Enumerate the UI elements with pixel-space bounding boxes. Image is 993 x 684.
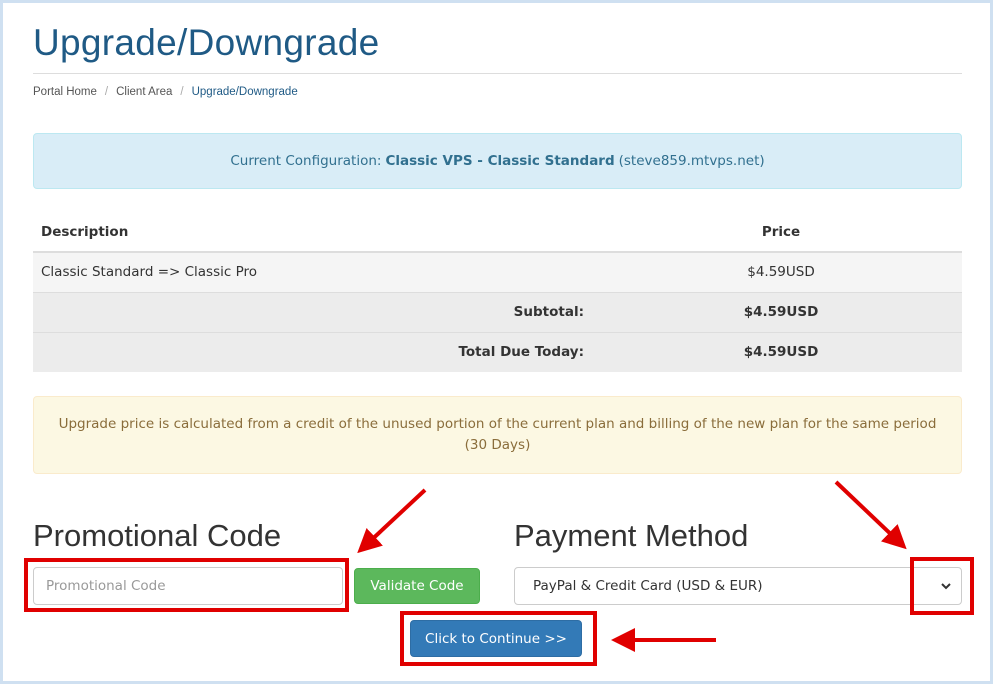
breadcrumb-current: Upgrade/Downgrade bbox=[191, 86, 298, 98]
total-label: Total Due Today: bbox=[33, 331, 592, 372]
price-column-header: Price bbox=[592, 212, 962, 253]
promo-input-highlight bbox=[24, 558, 349, 612]
subtotal-price: $4.59USD bbox=[592, 291, 962, 332]
breadcrumb: Portal Home / Client Area / Upgrade/Down… bbox=[33, 86, 298, 98]
current-configuration-hostname: (steve859.mtvps.net) bbox=[618, 153, 765, 169]
current-configuration-prefix: Current Configuration: bbox=[230, 153, 382, 169]
upgrade-price-notice: Upgrade price is calculated from a credi… bbox=[33, 396, 962, 474]
breadcrumb-client-area[interactable]: Client Area bbox=[116, 86, 172, 98]
payment-method-heading: Payment Method bbox=[514, 518, 749, 553]
payment-method-select[interactable]: PayPal & Credit Card (USD & EUR) bbox=[514, 567, 962, 605]
current-configuration-alert: Current Configuration: Classic VPS - Cla… bbox=[33, 133, 962, 189]
breadcrumb-portal-home[interactable]: Portal Home bbox=[33, 86, 97, 98]
total-price: $4.59USD bbox=[592, 331, 962, 372]
title-divider bbox=[33, 73, 962, 74]
total-row: Total Due Today: $4.59USD bbox=[33, 331, 962, 372]
validate-code-button[interactable]: Validate Code bbox=[354, 568, 480, 604]
upgrade-summary-table: Description Price Classic Standard => Cl… bbox=[33, 212, 962, 372]
dropdown-toggle-highlight bbox=[910, 557, 974, 615]
subtotal-label: Subtotal: bbox=[33, 291, 592, 332]
description-column-header: Description bbox=[33, 212, 592, 253]
current-configuration-product: Classic VPS - Classic Standard bbox=[385, 153, 615, 169]
page-title: Upgrade/Downgrade bbox=[33, 22, 380, 63]
breadcrumb-separator: / bbox=[180, 86, 184, 98]
payment-method-selected-value: PayPal & Credit Card (USD & EUR) bbox=[533, 578, 763, 594]
item-description: Classic Standard => Classic Pro bbox=[33, 251, 592, 292]
subtotal-row: Subtotal: $4.59USD bbox=[33, 291, 962, 332]
item-price: $4.59USD bbox=[592, 251, 962, 292]
continue-button-highlight bbox=[400, 611, 597, 666]
promotional-code-heading: Promotional Code bbox=[33, 518, 282, 553]
breadcrumb-separator: / bbox=[104, 86, 109, 98]
table-row: Classic Standard => Classic Pro $4.59USD bbox=[33, 251, 962, 292]
table-header-row: Description Price bbox=[33, 212, 962, 253]
